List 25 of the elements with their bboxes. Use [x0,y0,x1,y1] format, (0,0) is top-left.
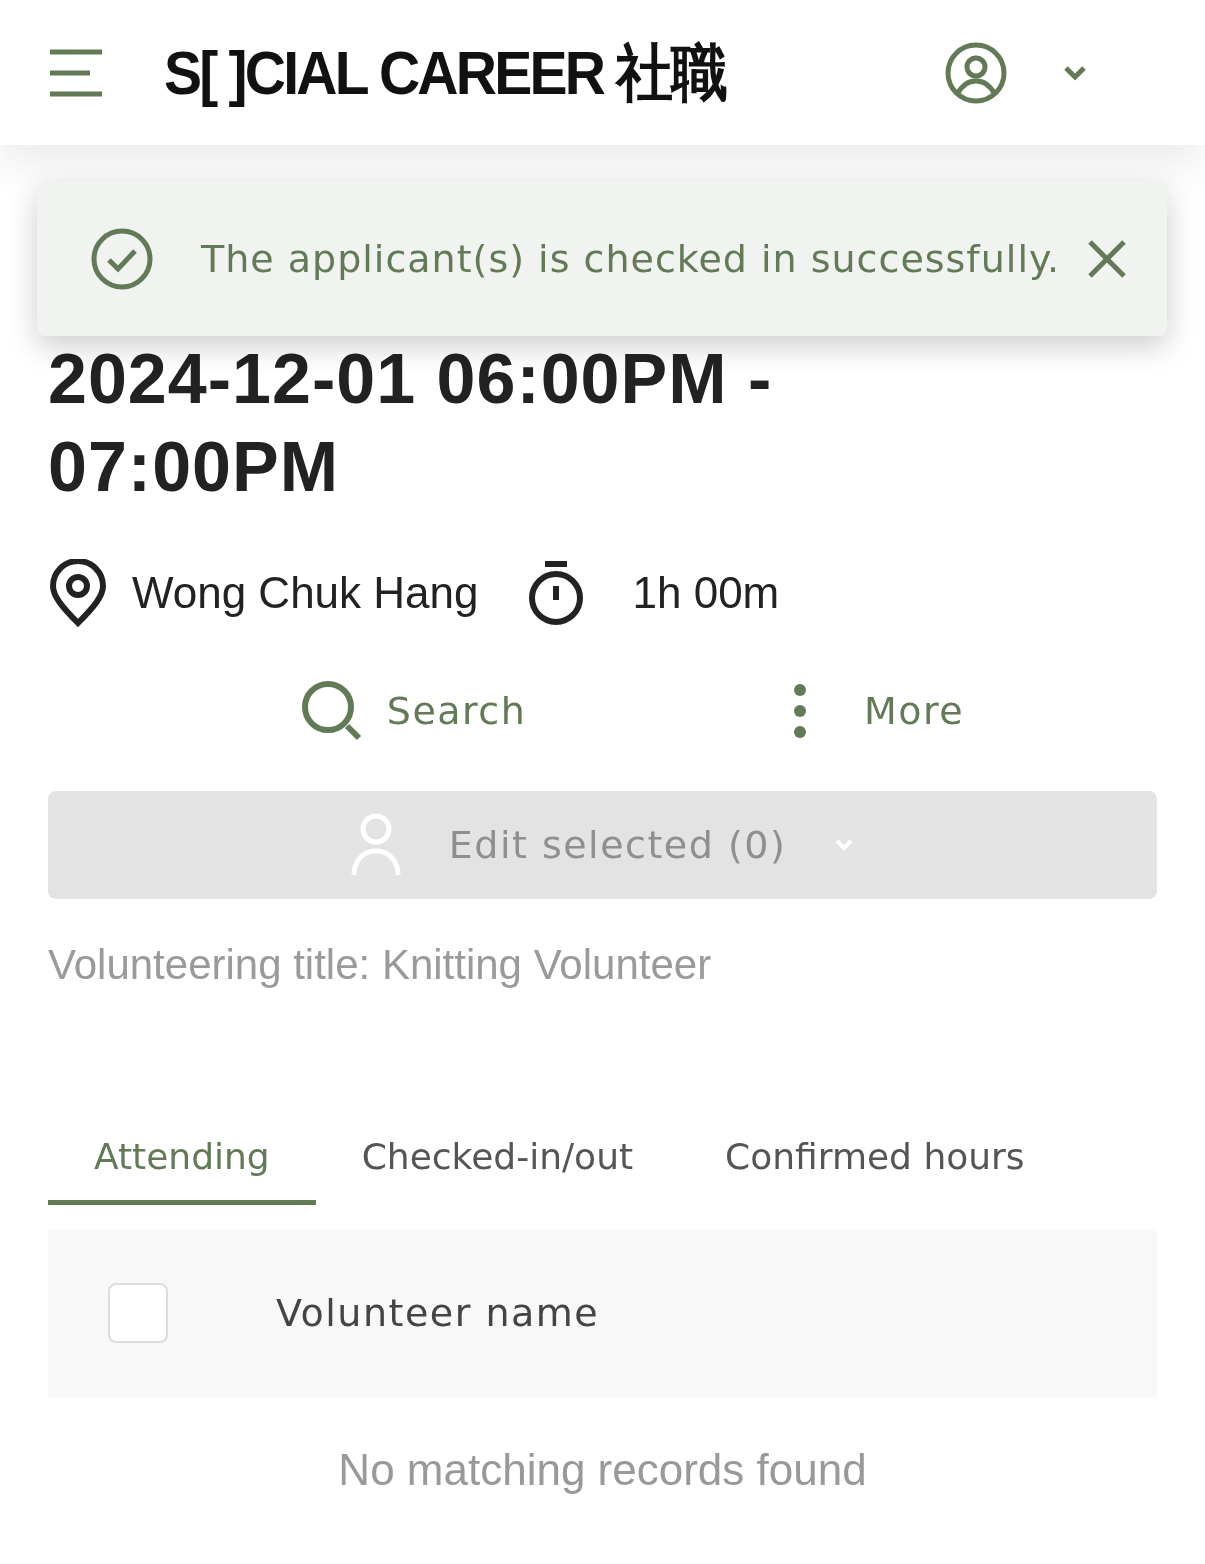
more-button[interactable]: More [785,679,971,743]
column-header: Volunteer name [276,1289,600,1337]
more-icon [791,683,808,739]
location-pin-icon [48,559,108,627]
person-icon [350,813,401,877]
user-icon[interactable] [945,41,1007,104]
volunteering-title: Volunteering title: Knitting Volunteer [48,940,713,990]
logo[interactable]: S[ ]CIAL CAREER 社職 [164,26,725,119]
empty-message: No matching records found [337,1444,868,1496]
caret-icon[interactable] [1063,64,1087,81]
close-icon[interactable] [1087,239,1127,279]
menu-icon[interactable] [48,48,104,97]
toast-message: The applicant(s) is checked in successfully. [201,235,1062,283]
duration-text: 1h 00m [632,567,780,619]
stopwatch-icon [526,560,585,626]
caret-icon [834,838,855,852]
tab[interactable]: Attending [48,1114,316,1205]
tab[interactable]: Confirmed hours [679,1114,1071,1205]
session-title: 2024-12-01 06:00PM - 07:00PM [48,339,774,508]
location-text: Wong Chuk Hang [132,567,479,619]
search-icon [300,680,363,742]
search-button[interactable]: Search [294,679,533,743]
tab[interactable]: Checked-in/out [315,1114,680,1205]
select-all-checkbox[interactable] [108,1283,168,1343]
check-circle-icon [91,228,153,290]
